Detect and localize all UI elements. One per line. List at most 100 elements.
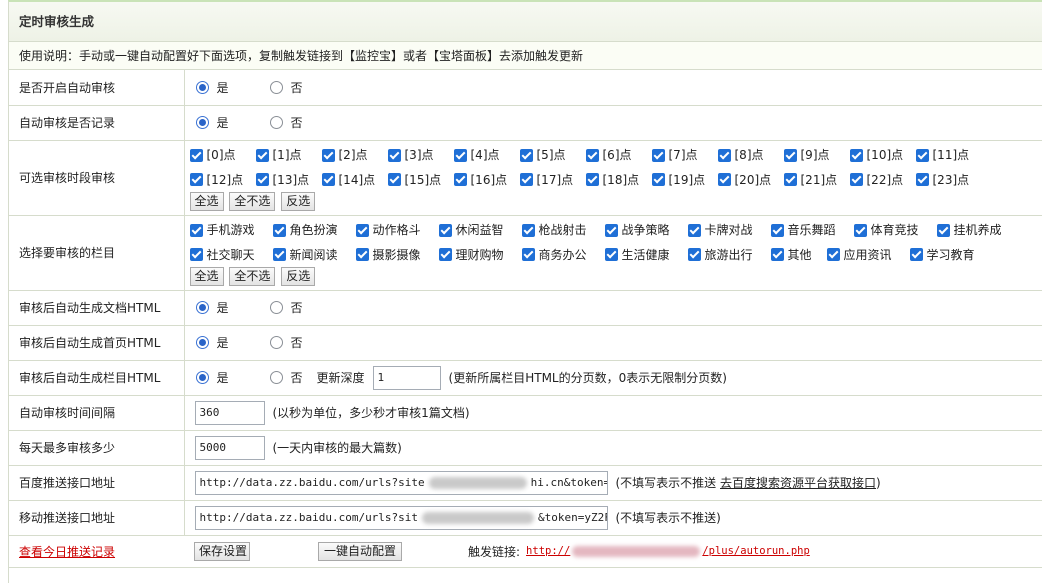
checkbox-checked[interactable] [783,173,797,186]
checkbox-item[interactable]: [14]点 [321,168,388,191]
checkbox-checked[interactable] [321,149,335,162]
checkbox-item[interactable]: [23]点 [915,168,982,191]
gen-list-yes-radio[interactable] [195,371,209,384]
checkbox-item[interactable]: [1]点 [255,143,322,168]
checkbox-checked[interactable] [438,248,452,261]
checkbox-item[interactable]: 其他 [770,243,827,266]
checkbox-checked[interactable] [438,224,452,237]
checkbox-checked[interactable] [770,224,784,237]
checkbox-item[interactable]: [20]点 [717,168,784,191]
checkbox-checked[interactable] [915,173,929,186]
save-settings-button[interactable]: 保存设置 [194,541,250,561]
checkbox-checked[interactable] [453,173,467,186]
checkbox-item[interactable]: [16]点 [453,168,520,191]
daily-max-input[interactable]: 5000 [194,435,265,460]
checkbox-item[interactable]: 战争策略 [604,218,688,243]
checkbox-checked[interactable] [189,224,203,237]
gen-index-no-radio[interactable] [269,336,283,349]
checkbox-item[interactable]: [0]点 [189,143,256,168]
checkbox-checked[interactable] [770,248,784,261]
categories-select-all-button[interactable]: 全选 [189,267,224,286]
hours-select-none-button[interactable]: 全不选 [229,192,276,211]
today-push-log-link[interactable]: 查看今日推送记录 [19,545,115,559]
hours-select-all-button[interactable]: 全选 [189,192,224,211]
checkbox-checked[interactable] [255,173,269,186]
checkbox-checked[interactable] [687,248,701,261]
checkbox-item[interactable]: [11]点 [915,143,982,168]
checkbox-checked[interactable] [849,173,863,186]
checkbox-checked[interactable] [687,224,701,237]
checkbox-checked[interactable] [272,248,286,261]
checkbox-item[interactable]: [7]点 [651,143,718,168]
checkbox-checked[interactable] [585,149,599,162]
depth-input[interactable]: 1 [372,365,441,390]
checkbox-checked[interactable] [585,173,599,186]
checkbox-item[interactable]: [13]点 [255,168,322,191]
checkbox-checked[interactable] [521,224,535,237]
checkbox-checked[interactable] [717,149,731,162]
checkbox-item[interactable]: 生活健康 [604,243,688,266]
checkbox-checked[interactable] [189,149,203,162]
checkbox-checked[interactable] [355,248,369,261]
audit-log-no-radio[interactable] [269,116,283,129]
gen-list-no-radio[interactable] [269,371,283,384]
hours-invert-button[interactable]: 反选 [281,192,316,211]
checkbox-checked[interactable] [853,224,867,237]
trigger-link[interactable]: http:// /plus/autorun.php [526,545,810,557]
checkbox-item[interactable]: [5]点 [519,143,586,168]
checkbox-item[interactable]: 枪战射击 [521,218,605,243]
checkbox-item[interactable]: [9]点 [783,143,850,168]
checkbox-checked[interactable] [783,149,797,162]
checkbox-item[interactable]: 理财购物 [438,243,522,266]
checkbox-item[interactable]: 商务办公 [521,243,605,266]
checkbox-checked[interactable] [453,149,467,162]
checkbox-item[interactable]: 学习教育 [909,243,993,266]
checkbox-item[interactable]: 应用资讯 [826,243,910,266]
checkbox-item[interactable]: 新闻阅读 [272,243,356,266]
checkbox-item[interactable]: [21]点 [783,168,850,191]
checkbox-checked[interactable] [189,248,203,261]
gen-index-yes-radio[interactable] [195,336,209,349]
checkbox-checked[interactable] [189,173,203,186]
checkbox-checked[interactable] [909,248,923,261]
checkbox-item[interactable]: 休闲益智 [438,218,522,243]
checkbox-item[interactable]: [22]点 [849,168,916,191]
audit-log-yes-radio[interactable] [195,116,209,129]
checkbox-checked[interactable] [255,149,269,162]
mobile-push-input[interactable]: http://data.zz.baidu.com/urls?sit &token=… [194,505,608,530]
checkbox-item[interactable]: 手机游戏 [189,218,273,243]
checkbox-item[interactable]: 卡牌对战 [687,218,771,243]
checkbox-item[interactable]: 挂机养成 [936,218,1020,243]
checkbox-item[interactable]: [10]点 [849,143,916,168]
checkbox-checked[interactable] [519,173,533,186]
checkbox-checked[interactable] [519,149,533,162]
checkbox-item[interactable]: 旅游出行 [687,243,771,266]
checkbox-item[interactable]: 角色扮演 [272,218,356,243]
checkbox-checked[interactable] [849,149,863,162]
checkbox-checked[interactable] [272,224,286,237]
categories-select-none-button[interactable]: 全不选 [229,267,276,286]
checkbox-item[interactable]: [8]点 [717,143,784,168]
checkbox-item[interactable]: [19]点 [651,168,718,191]
checkbox-item[interactable]: [6]点 [585,143,652,168]
checkbox-item[interactable]: 动作格斗 [355,218,439,243]
checkbox-checked[interactable] [915,149,929,162]
auto-config-button[interactable]: 一键自动配置 [318,541,402,561]
checkbox-item[interactable]: 音乐舞蹈 [770,218,854,243]
checkbox-checked[interactable] [651,149,665,162]
checkbox-checked[interactable] [604,224,618,237]
checkbox-checked[interactable] [936,224,950,237]
auto-audit-yes-radio[interactable] [195,80,209,94]
gen-doc-yes-radio[interactable] [195,301,209,314]
checkbox-checked[interactable] [717,173,731,186]
checkbox-item[interactable]: [12]点 [189,168,256,191]
baidu-platform-link[interactable]: 去百度搜索资源平台获取接口 [720,476,876,490]
checkbox-checked[interactable] [651,173,665,186]
interval-input[interactable]: 360 [194,400,265,425]
baidu-push-input[interactable]: http://data.zz.baidu.com/urls?site hi.cn&… [194,470,608,495]
checkbox-item[interactable]: 体育竞技 [853,218,937,243]
checkbox-item[interactable]: [4]点 [453,143,520,168]
checkbox-checked[interactable] [355,224,369,237]
checkbox-checked[interactable] [387,149,401,162]
checkbox-item[interactable]: [2]点 [321,143,388,168]
